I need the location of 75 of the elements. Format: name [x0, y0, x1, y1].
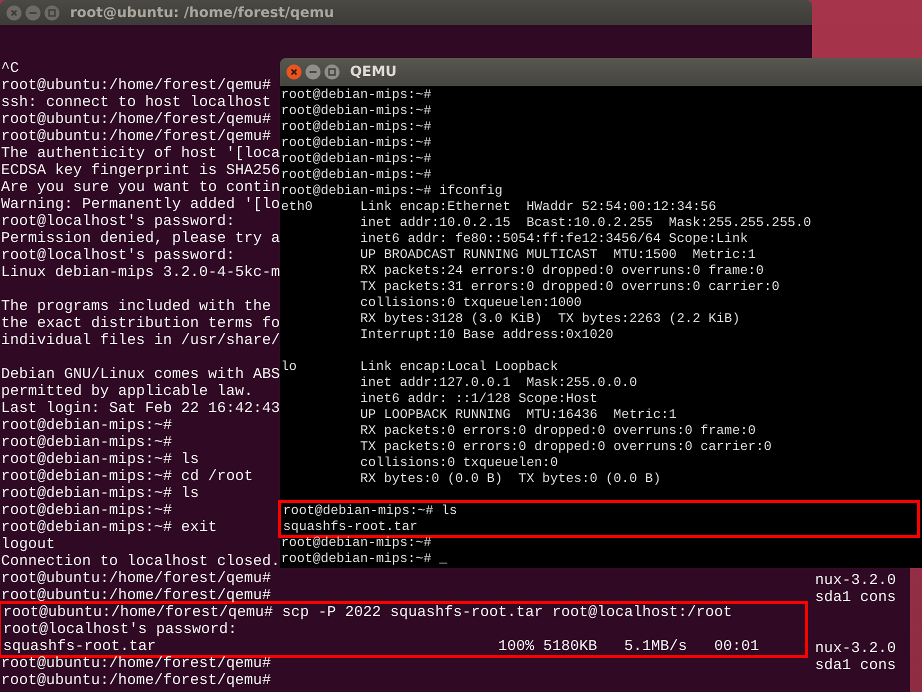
terminal-line: the exact distribution terms fo	[1, 315, 280, 332]
terminal-line: ^C	[1, 60, 20, 77]
terminal-line: root@localhost's password:	[1, 213, 236, 230]
terminal-line: UP BROADCAST RUNNING MULTICAST MTU:1500 Metric:1	[359, 247, 756, 263]
terminal-line: root@ubuntu:/home/forest/qemu#	[1, 77, 272, 94]
terminal-line: individual files in /usr/share/	[1, 332, 280, 349]
terminal-line: sda1 cons	[815, 657, 896, 674]
terminal-line: root@ubuntu:/home/forest/qemu#	[1, 570, 272, 587]
terminal-line: ECDSA key fingerprint is SHA256	[1, 162, 280, 179]
terminal-line: RX packets:24 errors:0 dropped:0 overruns:0 frame:0	[359, 263, 764, 279]
terminal-line: root@debian-mips:~#	[1, 417, 172, 434]
terminal-line: root@localhost's password:	[3, 621, 238, 638]
terminal-line: root@ubuntu:/home/forest/qemu#	[1, 128, 272, 145]
minimize-button[interactable]	[305, 64, 321, 80]
terminal-line: nux-3.2.0	[815, 640, 896, 657]
maximize-button[interactable]	[324, 64, 340, 80]
terminal-line: Linux debian-mips 3.2.0-4-5kc-m	[1, 264, 280, 281]
terminal-line: root@ubuntu:/home/forest/qemu#	[1, 672, 272, 689]
terminal-line: inet addr:127.0.0.1 Mask:255.0.0.0	[359, 375, 638, 391]
terminal-line: root@debian-mips:~#	[281, 135, 432, 151]
terminal-line: root@debian-mips:~# ls	[1, 451, 200, 468]
window-title: root@ubuntu: /home/forest/qemu	[70, 4, 334, 20]
terminal-line: root@debian-mips:~# ls	[283, 503, 458, 519]
terminal-line: sda1 cons	[815, 589, 896, 606]
terminal-line: root@debian-mips:~# ifconfig	[281, 183, 503, 199]
terminal-line: root@ubuntu:/home/forest/qemu#	[1, 655, 272, 672]
terminal-line: eth0 Link encap:Ethernet HWaddr 52:54:00:12:34:56	[281, 199, 716, 215]
terminal-line: lo Link encap:Local Loopback	[281, 359, 558, 375]
terminal-line: root@debian-mips:~#	[281, 167, 432, 183]
close-button[interactable]	[286, 64, 302, 80]
terminal-line: Are you sure you want to contin	[1, 179, 280, 196]
terminal-line: permitted by applicable law.	[1, 383, 254, 400]
terminal-line: RX bytes:0 (0.0 B) TX bytes:0 (0.0 B)	[359, 471, 661, 487]
terminal-line: inet6 addr: ::1/128 Scope:Host	[359, 391, 598, 407]
terminal-line: nux-3.2.0	[815, 572, 896, 589]
terminal-line: RX packets:0 errors:0 dropped:0 overruns:0 frame:0	[359, 423, 756, 439]
terminal-line: Last login: Sat Feb 22 16:42:43	[1, 400, 280, 417]
terminal-line: root@debian-mips:~#	[281, 103, 432, 119]
terminal-line: collisions:0 txqueuelen:1000	[359, 295, 582, 311]
terminal-line: root@ubuntu:/home/forest/qemu# scp -P 2022 squashfs-root.tar root@localhost:/root	[3, 604, 732, 621]
terminal-line: logout	[1, 536, 56, 553]
terminal-line: root@ubuntu:/home/forest/qemu#	[1, 111, 272, 128]
terminal-line: Debian GNU/Linux comes with ABS	[1, 366, 280, 383]
terminal-line: collisions:0 txqueuelen:0	[359, 455, 558, 471]
window-title: QEMU	[350, 64, 397, 80]
terminal-line: inet addr:10.0.2.15 Bcast:10.0.2.255 Mask:255.255.255.0	[359, 215, 812, 231]
maximize-button[interactable]	[44, 4, 60, 20]
terminal-line: root@debian-mips:~#	[281, 87, 432, 103]
terminal-line: Interrupt:10 Base address:0x1020	[359, 327, 614, 343]
terminal-line: root@debian-mips:~# cd /root	[1, 468, 254, 485]
terminal-line: ssh: connect to host localhost	[1, 94, 272, 111]
terminal-line: root@debian-mips:~# exit	[1, 519, 218, 536]
terminal-line: root@debian-mips:~#	[1, 434, 172, 451]
terminal-line: root@debian-mips:~#	[281, 151, 432, 167]
terminal-line: root@debian-mips:~#	[1, 502, 172, 519]
terminal-line: The authenticity of host '[loca	[1, 145, 280, 162]
terminal-line: The programs included with the	[1, 298, 272, 315]
terminal-line: Connection to localhost closed.	[1, 553, 280, 570]
terminal-line: Permission denied, please try a	[1, 230, 280, 247]
terminal-line: TX packets:0 errors:0 dropped:0 overruns:0 carrier:0	[359, 439, 772, 455]
terminal-line: root@ubuntu:/home/forest/qemu#	[1, 587, 272, 604]
terminal-line: root@localhost's password:	[1, 247, 236, 264]
terminal-line: squashfs-root.tar 100% 5180KB 5.1MB/s 00:01	[3, 638, 760, 655]
terminal-line: root@debian-mips:~# _	[281, 551, 448, 567]
terminal-line: TX packets:31 errors:0 dropped:0 overruns:0 carrier:0	[359, 279, 780, 295]
terminal-line: UP LOOPBACK RUNNING MTU:16436 Metric:1	[359, 407, 677, 423]
terminal-line: RX bytes:3128 (3.0 KiB) TX bytes:2263 (2.2 KiB)	[359, 311, 740, 327]
terminal-line: squashfs-root.tar	[283, 519, 418, 535]
minimize-button[interactable]	[25, 4, 41, 20]
terminal-line: root@debian-mips:~#	[281, 119, 432, 135]
terminal-line: inet6 addr: fe80::5054:ff:fe12:3456/64 Scope:Link	[359, 231, 748, 247]
terminal-line: root@debian-mips:~# ls	[1, 485, 200, 502]
terminal-line: Warning: Permanently added '[lo	[1, 196, 280, 213]
terminal-line: root@debian-mips:~#	[281, 535, 432, 551]
close-button[interactable]	[6, 4, 22, 20]
